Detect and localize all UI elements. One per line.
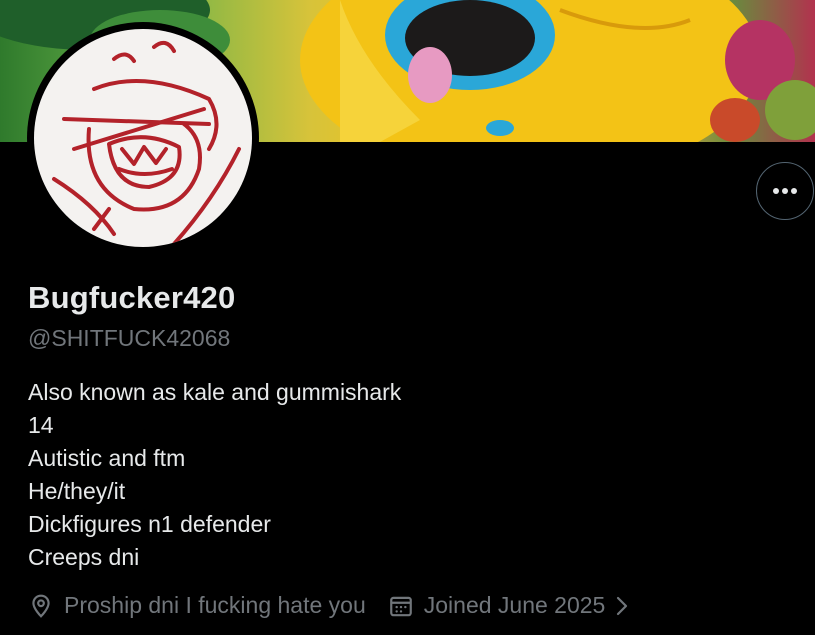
avatar-image bbox=[34, 29, 252, 247]
chevron-right-icon bbox=[617, 596, 628, 615]
more-horizontal-icon bbox=[773, 188, 797, 194]
joined-item[interactable]: Joined June 2025 bbox=[388, 592, 642, 619]
bio-line: Dickfigures n1 defender bbox=[28, 511, 271, 537]
calendar-icon bbox=[389, 596, 412, 616]
location-pin-icon bbox=[32, 594, 50, 618]
location-text: Proship dni I fucking hate you bbox=[64, 592, 366, 618]
more-options-button[interactable] bbox=[756, 162, 814, 220]
bio-line: Also known as kale and gummishark bbox=[28, 379, 402, 405]
bio-line: 14 bbox=[28, 412, 54, 438]
profile-avatar[interactable] bbox=[27, 22, 259, 254]
bio-line: Creeps dni bbox=[28, 544, 140, 570]
profile-meta: Proship dni I fucking hate you Joined Ju… bbox=[28, 592, 641, 619]
user-handle: @SHITFUCK42068 bbox=[28, 325, 231, 351]
bio-line: Autistic and ftm bbox=[28, 445, 186, 471]
bio-line: He/they/it bbox=[28, 478, 126, 504]
location-item: Proship dni I fucking hate you bbox=[28, 592, 366, 619]
profile-bio: Also known as kale and gummishark 14 Aut… bbox=[28, 376, 401, 574]
display-name: Bugfucker420 bbox=[28, 280, 236, 315]
joined-date: Joined June 2025 bbox=[423, 592, 606, 618]
stick-figure-drawing bbox=[52, 40, 241, 246]
